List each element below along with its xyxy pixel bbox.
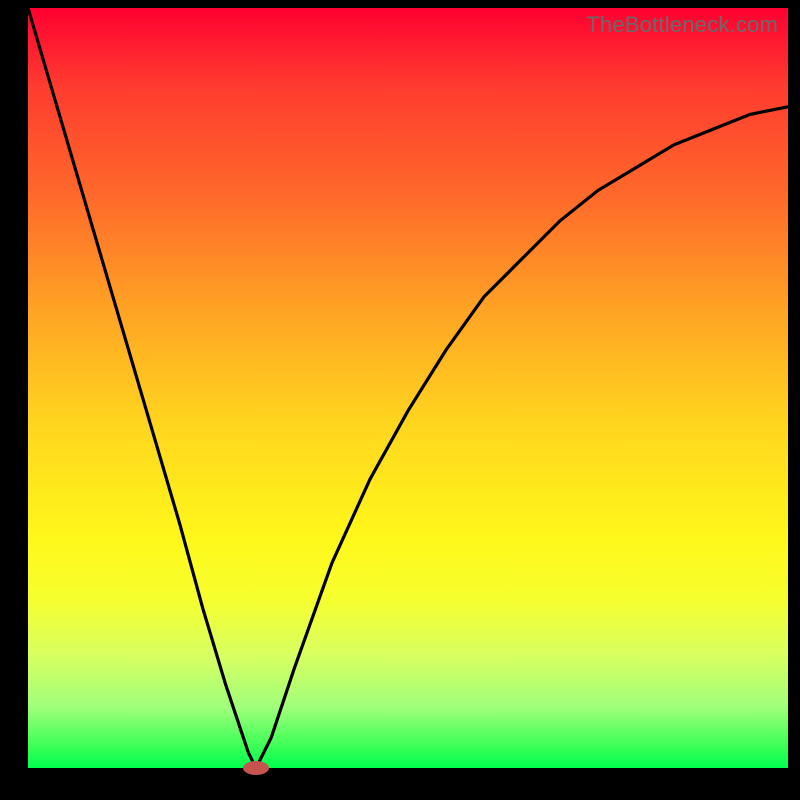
right-branch [256, 107, 788, 768]
curve-layer [28, 8, 788, 768]
plot-area: TheBottleneck.com [28, 8, 788, 768]
optimal-point-marker [243, 761, 269, 775]
left-branch [28, 8, 256, 768]
chart-frame: TheBottleneck.com [0, 0, 800, 800]
